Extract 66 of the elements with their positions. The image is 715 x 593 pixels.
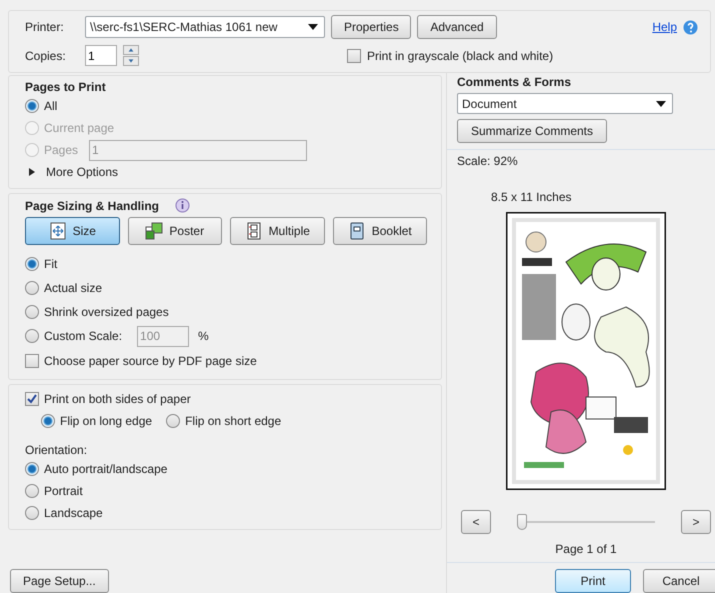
next-page-button[interactable]: > (681, 510, 711, 534)
radio-button[interactable] (25, 329, 39, 343)
sizing-mode-tab[interactable]: Poster (128, 217, 222, 245)
option-label: Landscape (44, 506, 103, 520)
radio-button[interactable] (25, 99, 39, 113)
copies-field[interactable]: 1 (85, 45, 117, 66)
option-label: Pages (44, 143, 78, 157)
percent-label: % (198, 329, 209, 343)
option-label: All (44, 99, 58, 113)
radio-button[interactable] (25, 506, 39, 520)
cancel-button[interactable]: Cancel (643, 569, 715, 593)
radio-button[interactable] (25, 484, 39, 498)
print-button[interactable]: Print (555, 569, 631, 593)
paper-size-label: 8.5 x 11 Inches (491, 190, 572, 204)
advanced-button[interactable]: Advanced (417, 15, 497, 39)
summarize-comments-button[interactable]: Summarize Comments (457, 119, 607, 143)
booklet-icon (348, 222, 366, 240)
radio-button[interactable] (25, 305, 39, 319)
radio-button[interactable] (166, 414, 180, 428)
comments-dropdown[interactable]: Document (457, 93, 673, 114)
info-icon[interactable] (175, 198, 190, 213)
sizing-mode-tab[interactable]: Booklet (332, 217, 427, 245)
option-label: Flip on long edge (60, 414, 152, 428)
sizing-mode-tab[interactable]: Size (25, 217, 120, 245)
dropdown-caret-icon (656, 100, 666, 106)
option-label: Custom Scale: (44, 329, 122, 343)
resize-arrows-icon (48, 222, 67, 240)
duplex-checkbox[interactable] (25, 392, 39, 406)
printer-dropdown[interactable]: \\serc-fs1\SERC-Mathias 1061 new (85, 16, 325, 38)
duplex-label: Print on both sides of paper (44, 392, 191, 406)
radio-button[interactable] (25, 462, 39, 476)
previous-page-button[interactable]: < (461, 510, 491, 534)
page-indicator: Page 1 of 1 (555, 542, 617, 556)
option-label: Portrait (44, 484, 83, 498)
more-options-toggle[interactable]: More Options (46, 165, 118, 179)
expand-arrow-icon[interactable] (29, 168, 35, 176)
option-label: Flip on short edge (185, 414, 282, 428)
section-title: Pages to Print (25, 80, 107, 94)
option-label: Current page (44, 121, 114, 135)
grayscale-checkbox[interactable] (347, 48, 361, 62)
multiple-pages-icon (244, 222, 263, 240)
option-label: Fit (44, 257, 58, 271)
radio-button[interactable] (25, 281, 39, 295)
properties-button[interactable]: Properties (331, 15, 411, 39)
help-icon[interactable] (683, 20, 698, 34)
option-label: Shrink oversized pages (44, 305, 169, 319)
tiled-pages-icon (145, 222, 164, 240)
grayscale-label: Print in grayscale (black and white) (367, 48, 554, 62)
section-title: Comments & Forms (457, 75, 572, 89)
scale-label: Scale: 92% (457, 154, 519, 168)
section-title: Page Sizing & Handling (25, 198, 160, 212)
slider-thumb[interactable] (517, 514, 527, 530)
checkmark-icon (27, 394, 37, 404)
option-label: Auto portrait/landscape (44, 462, 168, 476)
help-link[interactable]: Help (652, 20, 677, 34)
paper-source-label: Choose paper source by PDF page size (44, 354, 257, 368)
printer-label: Printer: (25, 20, 65, 34)
option-label: Actual size (44, 281, 102, 295)
copies-label: Copies: (25, 48, 67, 62)
paper-source-checkbox[interactable] (25, 354, 39, 368)
orientation-label: Orientation: (25, 443, 88, 457)
sizing-mode-tab[interactable]: Multiple (230, 217, 324, 245)
dropdown-caret-icon (308, 24, 318, 30)
radio-button[interactable] (25, 257, 39, 271)
page-setup-button[interactable]: Page Setup... (10, 569, 109, 593)
radio-button[interactable] (41, 414, 55, 428)
